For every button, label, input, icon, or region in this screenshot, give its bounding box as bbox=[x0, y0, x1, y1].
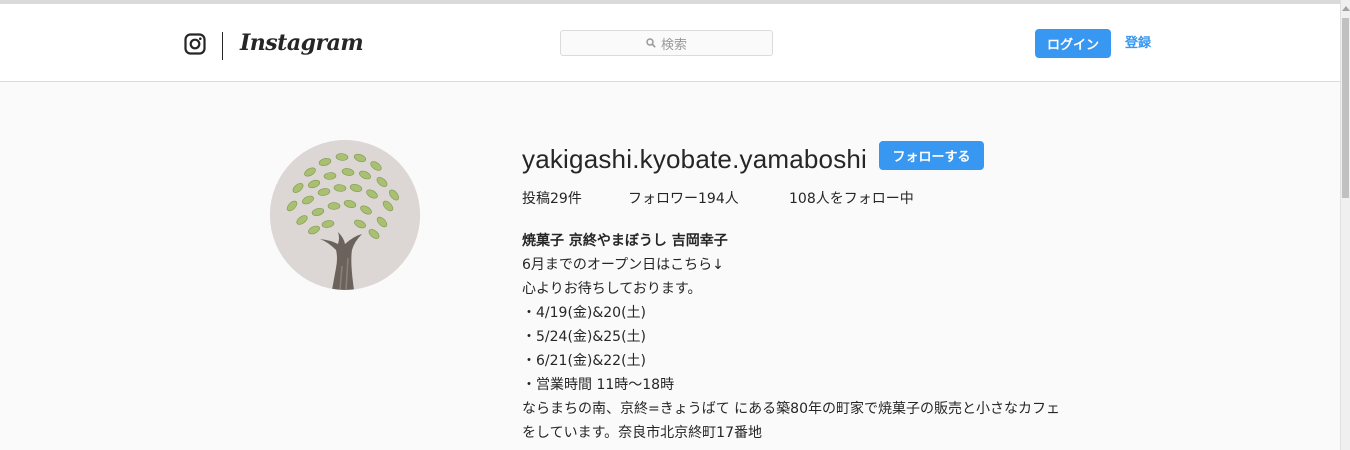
bio-line: 6月までのオープン日はこちら↓ bbox=[522, 257, 724, 273]
signup-link[interactable]: 登録 bbox=[1125, 29, 1151, 58]
profile-bio: 焼菓子 京終やまぼうし 吉岡幸子 6月までのオープン日はこちら↓ 心よりお待ちし… bbox=[522, 229, 1162, 445]
scroll-thumb[interactable] bbox=[1342, 18, 1349, 198]
bio-line: ・4/19(金)&20(土) bbox=[522, 305, 647, 321]
bio-line: ・営業時間 11時～18時 bbox=[522, 377, 675, 393]
logo-divider bbox=[222, 32, 223, 60]
following-link[interactable]: 108人をフォロー中 bbox=[789, 188, 914, 210]
bio-line: ・6/21(金)&22(土) bbox=[522, 353, 647, 369]
bio-display-name: 焼菓子 京終やまぼうし 吉岡幸子 bbox=[522, 233, 728, 249]
top-nav-bar: Instagram 検索 ログイン 登録 bbox=[0, 4, 1340, 82]
profile-avatar bbox=[270, 140, 420, 290]
bio-line: ・5/24(金)&25(土) bbox=[522, 329, 647, 345]
search-placeholder: 検索 bbox=[660, 37, 687, 53]
search-icon bbox=[646, 38, 656, 48]
profile-username: yakigashi.kyobate.yamaboshi bbox=[522, 144, 868, 174]
avatar-tree-image bbox=[270, 140, 420, 290]
page-scrollbar[interactable] bbox=[1340, 0, 1350, 450]
bio-line: ならまちの南、京終=きょうばて にある築80年の町家で焼菓子の販売と小さなカフェ bbox=[522, 401, 1060, 417]
scroll-up-icon[interactable] bbox=[1342, 6, 1350, 11]
followers-link[interactable]: フォロワー194人 bbox=[628, 188, 739, 210]
login-button[interactable]: ログイン bbox=[1035, 29, 1111, 58]
search-input[interactable]: 検索 bbox=[560, 30, 773, 56]
instagram-wordmark[interactable]: Instagram bbox=[240, 27, 364, 59]
bio-line: 心よりお待ちしております。 bbox=[522, 281, 702, 297]
instagram-camera-icon[interactable] bbox=[184, 33, 206, 55]
posts-count: 投稿29件 bbox=[522, 191, 582, 207]
bio-line: をしています。奈良市北京終町17番地 bbox=[522, 425, 762, 441]
follow-button[interactable]: フォローする bbox=[879, 141, 984, 170]
